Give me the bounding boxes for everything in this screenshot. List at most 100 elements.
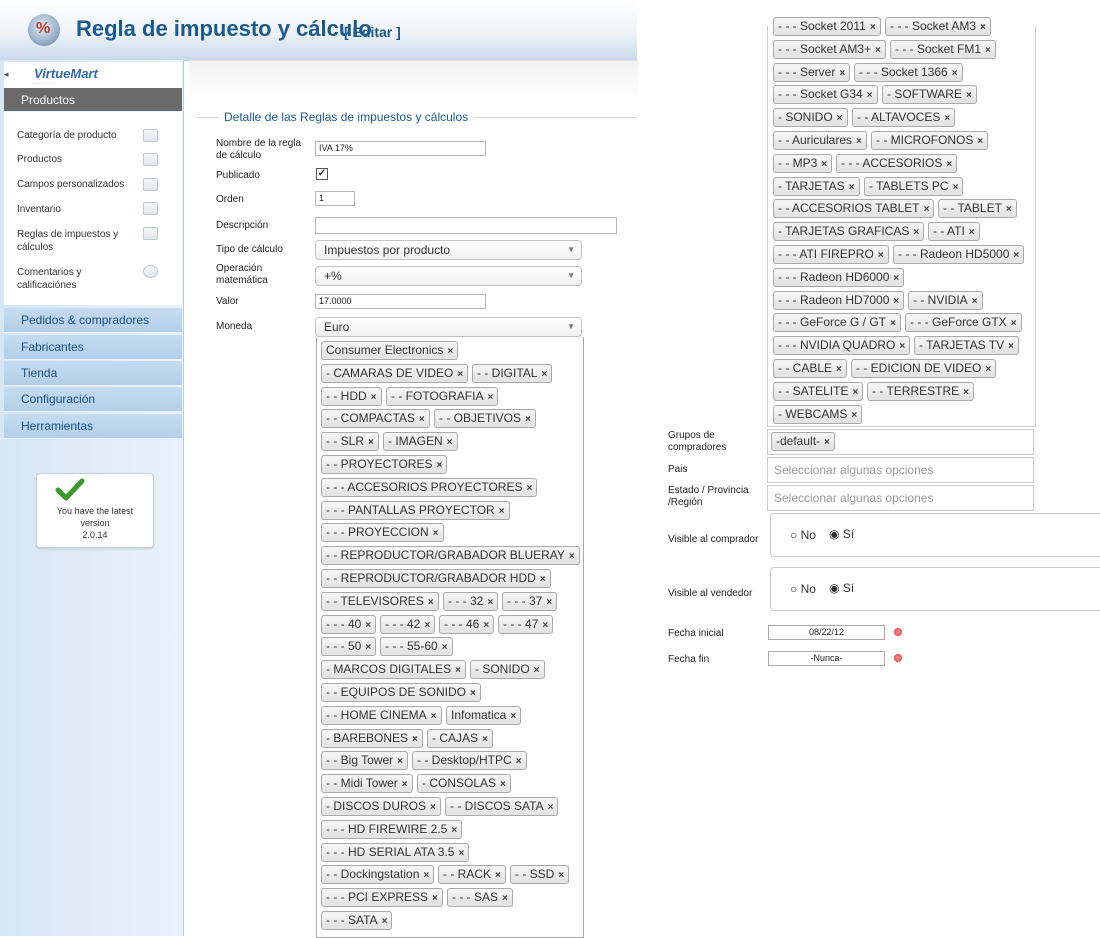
category-tag[interactable]: - - MP3 × xyxy=(773,153,833,173)
remove-icon[interactable]: × xyxy=(482,734,488,745)
operacion-select[interactable]: +% ▼ xyxy=(315,266,582,286)
category-tag[interactable]: - SONIDO × xyxy=(470,660,545,680)
category-tag[interactable]: - - Desktop/HTPC × xyxy=(412,751,527,771)
menu-productos[interactable]: Productos xyxy=(4,88,182,112)
submenu-categoria[interactable]: Categoría de producto xyxy=(17,129,117,142)
category-tag[interactable]: - - ATI × xyxy=(928,222,980,242)
category-tag[interactable]: - - - PROYECCION × xyxy=(321,523,444,543)
category-tag[interactable]: - MARCOS DIGITALES × xyxy=(321,660,466,680)
comprador-radio-si[interactable]: ◉ Sí xyxy=(829,527,854,541)
remove-icon[interactable]: × xyxy=(548,802,554,813)
category-tag[interactable]: - BAREBONES × xyxy=(321,728,423,748)
menu-tienda[interactable]: Tienda xyxy=(4,361,182,386)
remove-icon[interactable]: × xyxy=(542,620,548,631)
category-tag[interactable]: - - HDD × xyxy=(321,386,382,406)
remove-icon[interactable]: × xyxy=(546,597,552,608)
category-tag[interactable]: - - - NVIDIA QUADRO × xyxy=(773,336,911,356)
menu-pedidos[interactable]: Pedidos & compradores xyxy=(4,308,182,333)
remove-icon[interactable]: × xyxy=(457,369,463,380)
remove-icon[interactable]: × xyxy=(431,711,437,722)
category-tag[interactable]: Infomatica × xyxy=(446,705,522,725)
remove-icon[interactable]: × xyxy=(442,642,448,653)
remove-icon[interactable]: × xyxy=(980,22,986,33)
remove-icon[interactable]: × xyxy=(953,182,959,193)
remove-icon[interactable]: × xyxy=(1006,204,1012,215)
category-tag[interactable]: - - Big Tower × xyxy=(321,751,408,771)
remove-icon[interactable]: × xyxy=(502,893,508,904)
category-tag[interactable]: - - - Socket 2011 × xyxy=(773,17,881,36)
remove-icon[interactable]: × xyxy=(432,893,438,904)
remove-icon[interactable]: × xyxy=(423,870,429,881)
descripcion-input[interactable] xyxy=(315,217,617,234)
remove-icon[interactable]: × xyxy=(397,756,403,767)
category-tag[interactable]: - CONSOLAS × xyxy=(417,774,511,794)
clear-date-icon[interactable] xyxy=(894,654,902,662)
category-tag[interactable]: - - - Server × xyxy=(773,62,851,82)
category-tag[interactable]: - - PROYECTORES × xyxy=(321,455,448,474)
category-tag[interactable]: - - SATELITE × xyxy=(773,381,864,401)
category-tag[interactable]: - - - Radeon HD7000 × xyxy=(773,290,905,310)
remove-icon[interactable]: × xyxy=(972,296,978,307)
vendedor-radio-si[interactable]: ◉ Sí xyxy=(829,581,854,595)
menu-configuracion[interactable]: Configuración xyxy=(4,387,182,412)
category-tag[interactable]: - - EQUIPOS DE SONIDO × xyxy=(321,683,481,702)
remove-icon[interactable]: × xyxy=(436,460,442,471)
remove-icon[interactable]: × xyxy=(424,620,430,631)
remove-icon[interactable]: × xyxy=(952,68,958,79)
category-tag[interactable]: - - - Radeon HD5000 × xyxy=(893,245,1025,264)
remove-icon[interactable]: × xyxy=(487,392,493,403)
category-tag[interactable]: - - - Socket AM3 × xyxy=(885,17,991,36)
category-tag[interactable]: - - - 55-60 × xyxy=(380,637,453,657)
valor-input[interactable]: 17.0000 xyxy=(315,294,486,309)
remove-icon[interactable]: × xyxy=(540,574,546,585)
remove-icon[interactable]: × xyxy=(541,369,547,380)
category-tag[interactable]: - - - ATI FIREPRO × xyxy=(773,245,889,264)
remove-icon[interactable]: × xyxy=(1008,341,1014,352)
category-tag[interactable]: - - REPRODUCTOR/GRABADOR HDD × xyxy=(321,569,551,588)
category-tag[interactable]: - CAMARAS DE VIDEO × xyxy=(321,363,469,383)
category-tag[interactable]: - - TELEVISORES × xyxy=(321,591,439,611)
remove-icon[interactable]: × xyxy=(824,437,830,448)
category-tag[interactable]: - TABLETS PC × xyxy=(864,176,964,196)
remove-icon[interactable]: × xyxy=(878,250,884,261)
category-tag[interactable]: - - COMPACTAS × xyxy=(321,409,430,429)
category-tag[interactable]: - - OBJETIVOS × xyxy=(434,409,536,429)
category-tag[interactable]: - - TABLET × xyxy=(938,199,1017,219)
category-tag[interactable]: - - Dockingstation × xyxy=(321,865,435,885)
publicado-checkbox[interactable]: ✓ xyxy=(316,168,328,180)
category-tag[interactable]: - - - 47 × xyxy=(498,614,554,634)
category-tag[interactable]: - TARJETAS TV × xyxy=(914,336,1019,356)
submenu-inventario[interactable]: Inventario xyxy=(17,203,61,216)
remove-icon[interactable]: × xyxy=(510,711,516,722)
submenu-reglas[interactable]: Reglas de impuestos y cálculos xyxy=(17,228,132,254)
remove-icon[interactable]: × xyxy=(836,364,842,375)
category-tag[interactable]: - CAJAS × xyxy=(427,728,493,748)
remove-icon[interactable]: × xyxy=(402,779,408,790)
remove-icon[interactable]: × xyxy=(985,364,991,375)
remove-icon[interactable]: × xyxy=(870,22,876,33)
remove-icon[interactable]: × xyxy=(851,410,857,421)
edit-link[interactable]: [ Editar ] xyxy=(344,24,401,40)
remove-icon[interactable]: × xyxy=(495,870,501,881)
moneda-select[interactable]: Euro ▼ xyxy=(315,317,582,337)
remove-icon[interactable]: × xyxy=(867,90,873,101)
category-tag[interactable]: - WEBCAMS × xyxy=(773,404,863,424)
category-tag[interactable]: - - REPRODUCTOR/GRABADOR BLUERAY × xyxy=(321,546,580,566)
fecha-fin-input[interactable]: -Nunca- xyxy=(768,651,885,666)
category-tag[interactable]: - - RACK × xyxy=(438,865,506,885)
category-tag[interactable]: - - - SAS × xyxy=(447,888,513,908)
remove-icon[interactable]: × xyxy=(447,437,453,448)
remove-icon[interactable]: × xyxy=(913,227,919,238)
menu-fabricantes[interactable]: Fabricantes xyxy=(4,335,182,360)
remove-icon[interactable]: × xyxy=(1011,318,1017,329)
remove-icon[interactable]: × xyxy=(856,136,862,147)
category-tag[interactable]: - - Auriculares × xyxy=(773,131,867,150)
category-tag[interactable]: - - Midi Tower × xyxy=(321,774,413,794)
category-tag[interactable]: - - CABLE × xyxy=(773,359,847,378)
category-tag[interactable]: - - DIGITAL × xyxy=(472,363,553,383)
category-tag[interactable]: - - - 32 × xyxy=(443,591,499,611)
remove-icon[interactable]: × xyxy=(1013,250,1019,261)
remove-icon[interactable]: × xyxy=(500,779,506,790)
remove-icon[interactable]: × xyxy=(368,437,374,448)
remove-icon[interactable]: × xyxy=(837,113,843,124)
